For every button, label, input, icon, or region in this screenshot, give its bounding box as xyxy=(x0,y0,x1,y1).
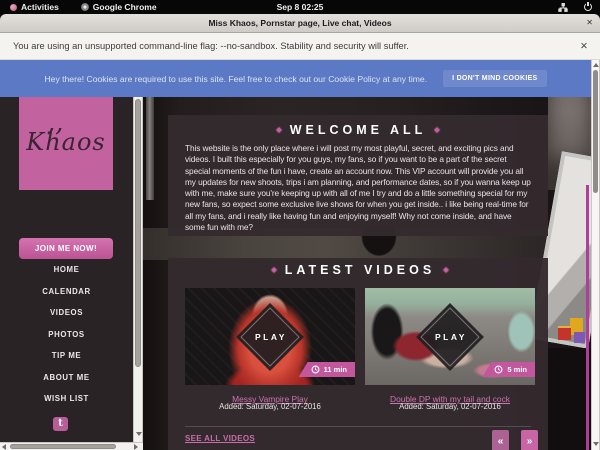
sidebar-item-calendar[interactable]: CALENDAR xyxy=(0,287,133,296)
screen: Activities Google Chrome Sep 8 02:25 Mis… xyxy=(0,0,600,450)
latest-videos-title: LATEST VIDEOS xyxy=(285,263,435,277)
flag-warning-bar: You are using an unsupported command-lin… xyxy=(0,33,600,60)
duration-badge: 11 min xyxy=(299,362,355,377)
window-close-icon[interactable]: ✕ xyxy=(586,18,593,27)
scroll-left-icon[interactable] xyxy=(2,444,6,450)
sidebar-vertical-scrollbar[interactable] xyxy=(133,60,143,442)
video-thumbnail-2[interactable]: PLAY 5 min xyxy=(365,288,535,385)
background-gift-red xyxy=(558,326,571,340)
divider xyxy=(185,426,531,427)
duration-text: 5 min xyxy=(507,365,527,374)
scroll-down-icon[interactable] xyxy=(136,432,142,436)
welcome-body-text: This website is the only place where i w… xyxy=(185,143,531,233)
play-button[interactable]: PLAY xyxy=(416,303,484,371)
scroll-right-icon[interactable] xyxy=(134,444,138,450)
clock-icon xyxy=(494,365,503,374)
sidebar-item-wish-list[interactable]: WISH LIST xyxy=(0,394,133,403)
welcome-panel: WELCOME ALL This website is the only pla… xyxy=(168,115,548,236)
sidebar-item-photos[interactable]: PHOTOS xyxy=(0,330,133,339)
sidebar-item-videos[interactable]: VIDEOS xyxy=(0,308,133,317)
latest-videos-panel: LATEST VIDEOS PLAY 11 min PLAY 5 min xyxy=(168,258,548,450)
sidebar-nav: HOME CALENDAR VIDEOS PHOTOS TIP ME ABOUT… xyxy=(0,265,133,403)
flag-warning-close-icon[interactable]: ✕ xyxy=(580,41,588,52)
sidebar-frame: ,, Khaos JOIN ME NOW! HOME CALENDAR VIDE… xyxy=(0,60,143,450)
sidebar-horizontal-scrollbar-thumb[interactable] xyxy=(10,444,116,449)
welcome-title: WELCOME ALL xyxy=(290,123,427,137)
twitter-icon[interactable]: t xyxy=(53,417,68,431)
sidebar-horizontal-scrollbar[interactable] xyxy=(0,442,143,450)
cookie-notice-bar: Hey there! Cookies are required to use t… xyxy=(0,60,591,97)
gnome-top-bar: Activities Google Chrome Sep 8 02:25 xyxy=(0,0,600,14)
sidebar-item-home[interactable]: HOME xyxy=(0,265,133,274)
sidebar-vertical-scrollbar-thumb[interactable] xyxy=(135,99,141,367)
diamond-icon xyxy=(443,267,449,273)
join-me-now-button[interactable]: JOIN ME NOW! xyxy=(19,238,113,259)
main-frame: WELCOME ALL This website is the only pla… xyxy=(143,60,600,450)
site-logo[interactable]: ,, Khaos xyxy=(19,88,113,190)
play-label: PLAY xyxy=(433,331,467,341)
pager-next-button[interactable]: » xyxy=(521,430,538,450)
video-added-date-1: Added: Saturday, 02-07-2016 xyxy=(185,402,355,411)
diamond-icon xyxy=(276,127,282,133)
clock-icon xyxy=(311,365,320,374)
main-vertical-scrollbar[interactable] xyxy=(591,60,600,450)
sidebar-item-tip-me[interactable]: TIP ME xyxy=(0,351,133,360)
background-pink-edge xyxy=(586,185,589,450)
power-icon[interactable] xyxy=(584,3,592,11)
sidebar-item-about-me[interactable]: ABOUT ME xyxy=(0,373,133,382)
play-button[interactable]: PLAY xyxy=(236,303,304,371)
video-added-date-2: Added: Saturday, 02-07-2016 xyxy=(365,402,535,411)
window-title: Miss Khaos, Pornstar page, Live chat, Vi… xyxy=(208,18,391,28)
pager-prev-button[interactable]: « xyxy=(492,430,509,450)
flag-warning-text: You are using an unsupported command-lin… xyxy=(13,41,409,51)
diamond-icon xyxy=(434,127,440,133)
duration-badge: 5 min xyxy=(482,362,535,377)
cookie-accept-button[interactable]: I DON'T MIND COOKIES xyxy=(443,70,546,87)
play-label: PLAY xyxy=(253,331,287,341)
logo-text: Khaos xyxy=(19,128,113,156)
duration-text: 11 min xyxy=(324,365,347,374)
video-thumbnail-1[interactable]: PLAY 11 min xyxy=(185,288,355,385)
scroll-up-icon[interactable] xyxy=(593,63,599,67)
background-gift-purple xyxy=(574,332,585,343)
clock[interactable]: Sep 8 02:25 xyxy=(0,2,600,12)
cookie-message: Hey there! Cookies are required to use t… xyxy=(44,74,427,84)
network-icon[interactable] xyxy=(558,3,568,12)
diamond-icon xyxy=(271,267,277,273)
see-all-videos-link[interactable]: SEE ALL VIDEOS xyxy=(185,434,255,443)
scroll-down-icon[interactable] xyxy=(593,442,599,446)
main-vertical-scrollbar-thumb[interactable] xyxy=(593,70,598,193)
window-titlebar: Miss Khaos, Pornstar page, Live chat, Vi… xyxy=(0,14,600,33)
